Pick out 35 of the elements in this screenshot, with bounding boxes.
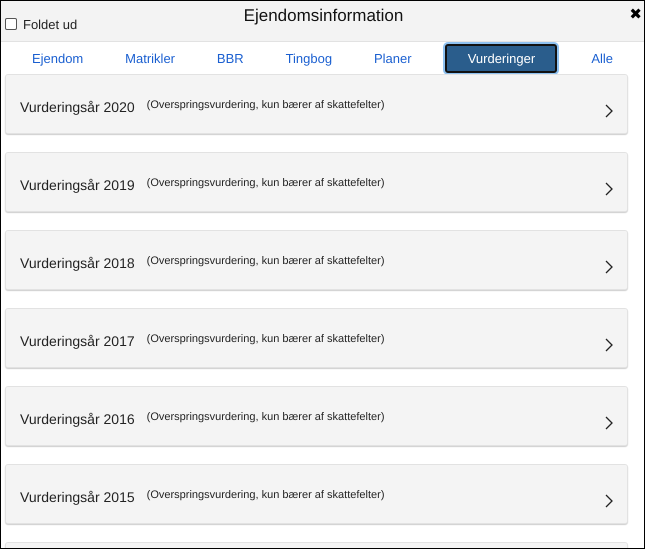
tab[interactable]: Planer	[366, 46, 420, 70]
valuation-note: (Overspringsvurdering, kun bærer af skattefelter)	[146, 411, 386, 423]
valuation-note: (Overspringsvurdering, kun bærer af skattefelter)	[146, 489, 386, 501]
valuation-year: Vurderingsår 2019	[20, 177, 135, 193]
valuation-row[interactable]: Vurderingsår 2016 (Overspringsvurdering, kun bærer af skattefelter)	[5, 386, 628, 446]
window-title: Ejendomsinformation	[244, 6, 404, 26]
valuation-year: Vurderingsår 2018	[20, 255, 135, 271]
chevron-right-icon	[605, 260, 613, 274]
tab[interactable]: Matrikler	[117, 46, 184, 70]
checkbox[interactable]	[5, 18, 17, 30]
valuation-year: Vurderingsår 2020	[20, 99, 135, 115]
valuation-note: (Overspringsvurdering, kun bærer af skattefelter)	[146, 177, 386, 189]
chevron-right-icon	[605, 338, 613, 352]
chevron-right-icon	[605, 494, 613, 508]
valuation-row[interactable]: Vurderingsår 2015 (Overspringsvurdering, kun bærer af skattefelter)	[5, 464, 628, 524]
checkbox-label: Foldet ud	[23, 16, 78, 32]
tab[interactable]: Vurderinger	[445, 44, 558, 72]
valuation-year: Vurderingsår 2016	[20, 411, 135, 427]
valuation-row[interactable]: Vurderingsår 2020 (Overspringsvurdering, kun bærer af skattefelter)	[5, 74, 628, 134]
valuation-note: (Overspringsvurdering, kun bærer af skattefelter)	[146, 255, 386, 267]
tab[interactable]: Ejendom	[24, 46, 92, 70]
chevron-right-icon	[605, 104, 613, 118]
close-button[interactable]: ✖	[629, 5, 642, 23]
chevron-right-icon	[605, 416, 613, 430]
chevron-right-icon	[605, 182, 613, 196]
valuation-row[interactable]: Vurderingsår 2018 (Overspringsvurdering, kun bærer af skattefelter)	[5, 230, 628, 290]
tab[interactable]: Alle	[583, 46, 622, 70]
valuation-row[interactable]: Vurderingsår 2019 (Overspringsvurdering, kun bærer af skattefelter)	[5, 152, 628, 212]
valuation-note: (Overspringsvurdering, kun bærer af skattefelter)	[146, 333, 386, 345]
valuation-year: Vurderingsår 2017	[20, 333, 135, 349]
valuation-note: (Overspringsvurdering, kun bærer af skattefelter)	[146, 99, 386, 111]
tab[interactable]: BBR	[208, 46, 252, 70]
tab[interactable]: Tingbog	[278, 46, 340, 70]
valuation-year: Vurderingsår 2015	[20, 489, 135, 505]
valuation-row[interactable]: Vurderingsår 2017 (Overspringsvurdering, kun bærer af skattefelter)	[5, 308, 628, 368]
